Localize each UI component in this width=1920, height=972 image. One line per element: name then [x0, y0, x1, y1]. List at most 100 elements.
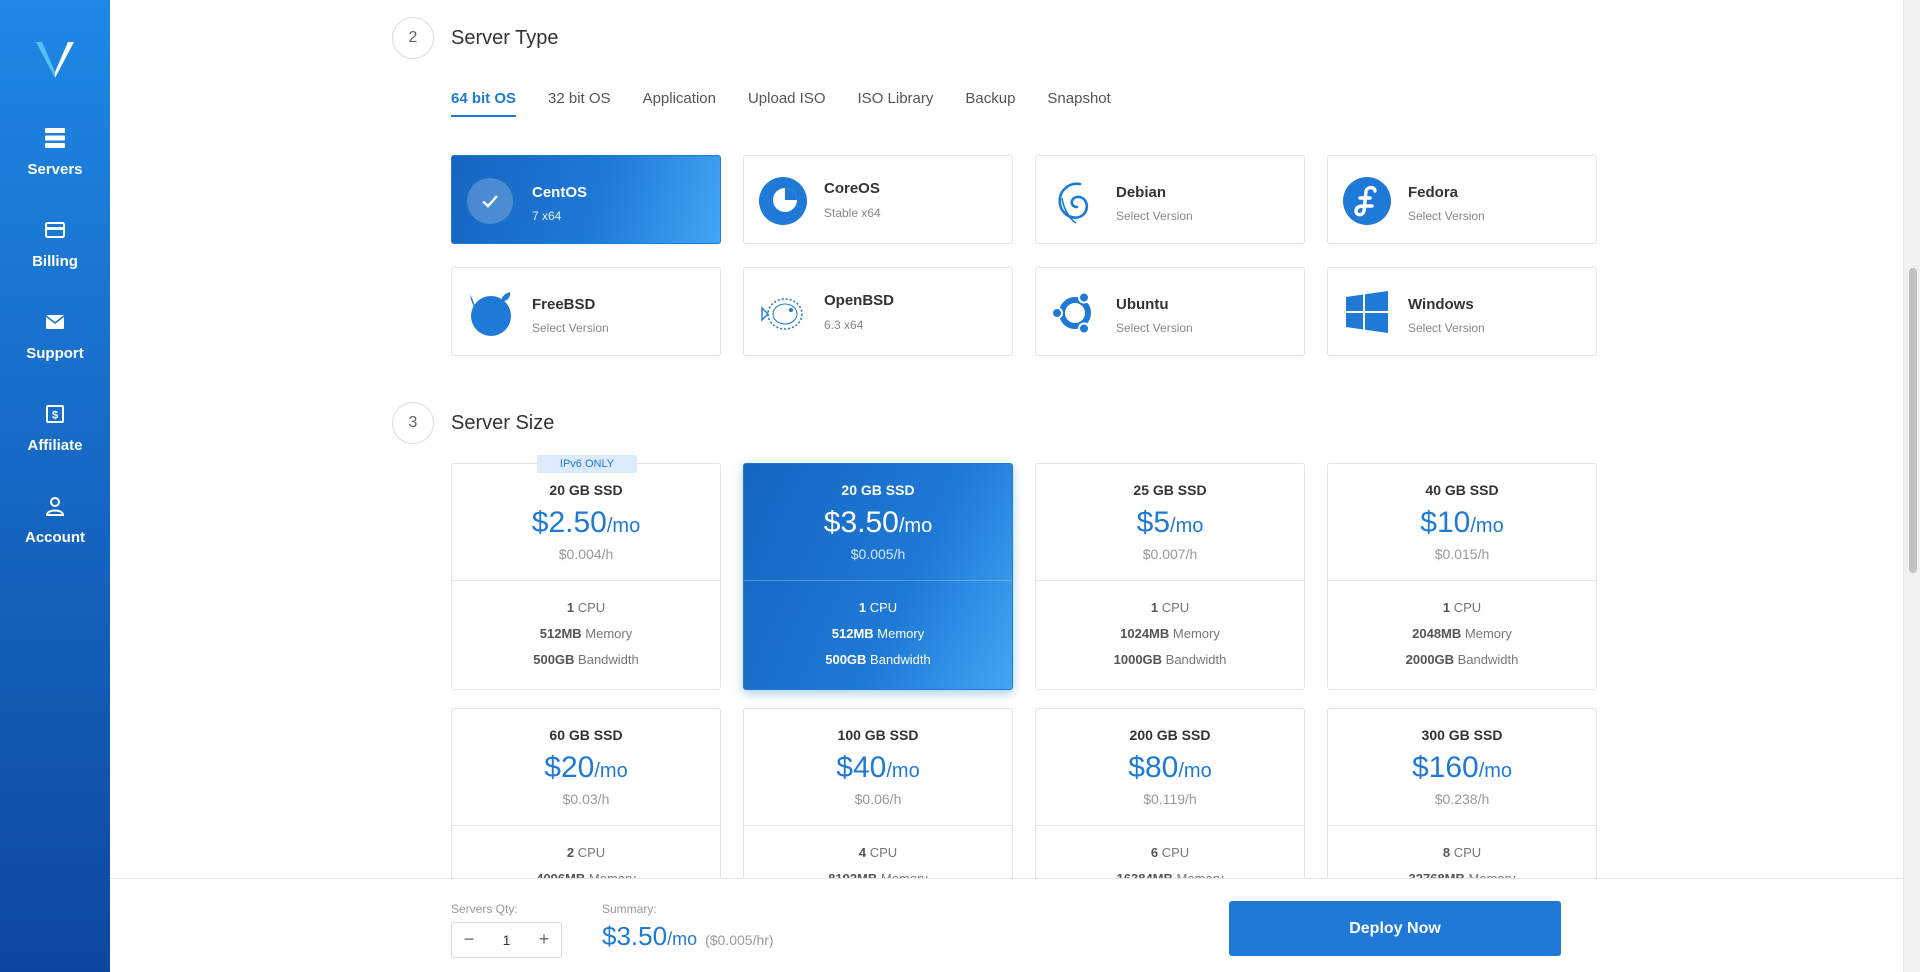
- os-name: CentOS: [532, 184, 588, 201]
- os-card-centos[interactable]: CentOS 7 x64: [451, 155, 721, 244]
- os-card-coreos[interactable]: CoreOS Stable x64: [743, 155, 1013, 244]
- tab-upload-iso[interactable]: Upload ISO: [748, 90, 826, 117]
- os-card-debian[interactable]: Debian Select Version: [1035, 155, 1305, 244]
- tab-application[interactable]: Application: [643, 90, 716, 117]
- deploy-now-button[interactable]: Deploy Now: [1229, 901, 1561, 956]
- scrollbar[interactable]: [1903, 0, 1920, 972]
- servers-icon: [45, 128, 65, 148]
- plan-cpu: 6 CPU: [1150, 845, 1190, 860]
- plan-price: $3.50/mo: [823, 506, 933, 539]
- plan-cpu: 1 CPU: [566, 600, 606, 615]
- os-card-freebsd[interactable]: FreeBSD Select Version: [451, 267, 721, 356]
- size-card[interactable]: 40 GB SSD $10/mo $0.015/h 1 CPU 2048MB M…: [1327, 463, 1597, 690]
- decrease-qty-button[interactable]: −: [452, 923, 486, 957]
- plan-hourly: $0.015/h: [1434, 546, 1490, 562]
- sidebar-item-label: Support: [26, 345, 84, 362]
- os-card-fedora[interactable]: Fedora Select Version: [1327, 155, 1597, 244]
- quantity-stepper: − +: [451, 922, 562, 958]
- sidebar-item-label: Account: [25, 529, 85, 546]
- os-name: FreeBSD: [532, 296, 596, 313]
- summary-label: Summary:: [602, 902, 657, 916]
- summary-price: $3.50/mo ($0.005/hr): [602, 921, 774, 951]
- deploy-footer: Servers Qty: − + Summary: $3.50/mo($0.00…: [110, 878, 1903, 972]
- os-card-ubuntu[interactable]: Ubuntu Select Version: [1035, 267, 1305, 356]
- user-icon: [45, 497, 65, 516]
- sidebar-item-label: Servers: [27, 161, 83, 178]
- os-card-openbsd[interactable]: OpenBSD 6.3 x64: [743, 267, 1013, 356]
- sidebar-item-support[interactable]: Support: [0, 311, 110, 362]
- os-version: Select Version: [1408, 321, 1485, 335]
- plan-cpu: 1 CPU: [1442, 600, 1482, 615]
- plan-price: $80/mo: [1128, 751, 1212, 784]
- sidebar-item-affiliate[interactable]: $ Affiliate: [0, 403, 110, 454]
- summary-hourly: ($0.005/hr): [705, 932, 774, 948]
- svg-text:$: $: [52, 410, 58, 422]
- plan-price: $5/mo: [1136, 506, 1204, 539]
- dollar-icon: $: [46, 405, 64, 423]
- plan-bandwidth: 2000GB Bandwidth: [1405, 652, 1519, 667]
- sidebar-item-account[interactable]: Account: [0, 495, 110, 546]
- plan-hourly: $0.005/h: [850, 546, 906, 562]
- os-tabs: 64 bit OS 32 bit OS Application Upload I…: [451, 90, 1143, 117]
- windows-icon: [1346, 291, 1388, 333]
- size-card[interactable]: 20 GB SSD $3.50/mo $0.005/h 1 CPU 512MB …: [743, 463, 1013, 690]
- plan-price: $20/mo: [544, 751, 628, 784]
- os-name: CoreOS: [824, 180, 880, 197]
- debian-swirl-icon: [1058, 182, 1089, 224]
- plan-storage: 60 GB SSD: [549, 727, 623, 743]
- plan-storage: 20 GB SSD: [549, 482, 623, 498]
- plan-storage: 300 GB SSD: [1421, 727, 1503, 743]
- freebsd-icon: [470, 292, 511, 336]
- os-version: Select Version: [1116, 321, 1193, 335]
- fedora-icon: [1343, 177, 1391, 225]
- os-name: Ubuntu: [1116, 296, 1169, 313]
- plan-price: $40/mo: [836, 751, 920, 784]
- tab-32-bit-os[interactable]: 32 bit OS: [548, 90, 611, 117]
- plan-price: $10/mo: [1420, 506, 1504, 539]
- plan-price: $2.50/mo: [531, 506, 641, 539]
- vultr-logo-icon[interactable]: [33, 36, 77, 80]
- size-card[interactable]: 25 GB SSD $5/mo $0.007/h 1 CPU 1024MB Me…: [1035, 463, 1305, 690]
- os-name: Fedora: [1408, 184, 1459, 201]
- os-version: Stable x64: [824, 206, 881, 220]
- step-number: 2: [392, 17, 434, 59]
- step-number: 3: [392, 402, 434, 444]
- plan-hourly: $0.119/h: [1143, 791, 1197, 807]
- plan-hourly: $0.238/h: [1434, 791, 1490, 807]
- openbsd-pufferfish-icon: [761, 298, 803, 330]
- plan-hourly: $0.03/h: [562, 791, 610, 807]
- plan-bandwidth: 1000GB Bandwidth: [1113, 652, 1227, 667]
- tab-iso-library[interactable]: ISO Library: [858, 90, 934, 117]
- plan-bandwidth: 500GB Bandwidth: [825, 652, 931, 667]
- os-version: 6.3 x64: [824, 318, 864, 332]
- increase-qty-button[interactable]: +: [527, 923, 561, 957]
- os-name: Windows: [1408, 296, 1474, 313]
- os-version: Select Version: [532, 321, 609, 335]
- os-card-windows[interactable]: Windows Select Version: [1327, 267, 1597, 356]
- qty-input[interactable]: [486, 923, 527, 957]
- os-version: Select Version: [1116, 209, 1193, 223]
- os-name: OpenBSD: [824, 292, 895, 309]
- size-card[interactable]: IPv6 ONLY 20 GB SSD $2.50/mo $0.004/h 1 …: [451, 455, 721, 690]
- plan-cpu: 1 CPU: [858, 600, 898, 615]
- ubuntu-icon: [1051, 291, 1091, 335]
- plan-storage: 100 GB SSD: [837, 727, 919, 743]
- plan-storage: 200 GB SSD: [1129, 727, 1211, 743]
- sidebar-item-servers[interactable]: Servers: [0, 127, 110, 178]
- tab-backup[interactable]: Backup: [965, 90, 1015, 117]
- plan-price: $160/mo: [1411, 751, 1513, 784]
- tab-snapshot[interactable]: Snapshot: [1047, 90, 1110, 117]
- plan-bandwidth: 500GB Bandwidth: [533, 652, 639, 667]
- tab-64-bit-os[interactable]: 64 bit OS: [451, 90, 517, 117]
- sidebar-item-billing[interactable]: Billing: [0, 219, 110, 270]
- scrollbar-thumb[interactable]: [1909, 268, 1917, 573]
- plan-cpu: 1 CPU: [1150, 600, 1190, 615]
- billing-card-icon: [45, 222, 65, 238]
- section-title-server-type: Server Type: [451, 27, 559, 49]
- servers-qty-label: Servers Qty:: [451, 902, 518, 916]
- os-name: Debian: [1116, 184, 1167, 201]
- plan-hourly: $0.007/h: [1142, 546, 1198, 562]
- os-version: Select Version: [1408, 209, 1485, 223]
- sidebar-item-label: Billing: [32, 253, 78, 270]
- section-title-server-size: Server Size: [451, 412, 555, 434]
